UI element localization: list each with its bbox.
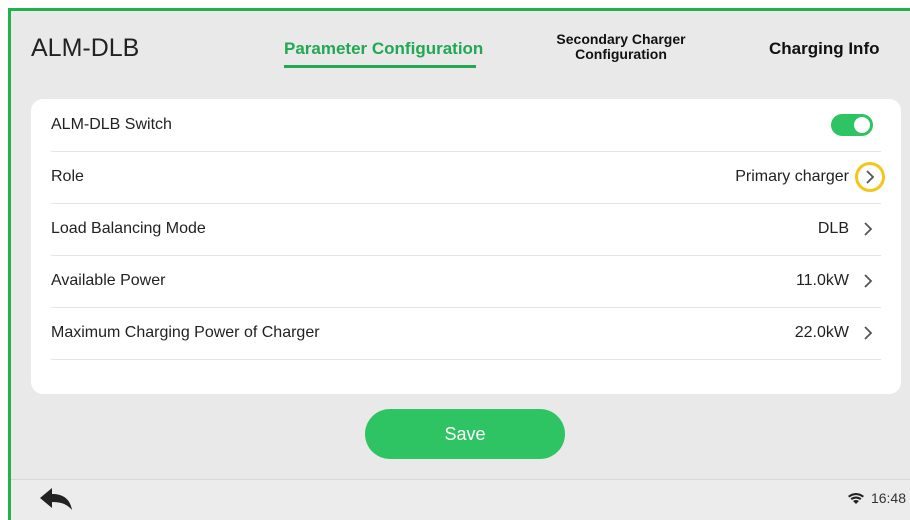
setting-row-alm-dlb-switch: ALM-DLB Switch — [51, 99, 881, 152]
setting-value: Primary charger — [735, 168, 849, 185]
chevron-right-icon[interactable] — [855, 162, 885, 192]
tab-charging-info[interactable]: Charging Info — [769, 39, 879, 59]
app-window: ALM-DLB Parameter Configuration Secondar… — [8, 8, 910, 520]
setting-value: 22.0kW — [794, 324, 849, 341]
setting-row-max-charging-power[interactable]: Maximum Charging Power of Charger 22.0kW — [51, 307, 881, 360]
settings-card: ALM-DLB Switch Role Primary charger Load… — [31, 99, 901, 394]
toggle-knob — [854, 117, 870, 133]
bottom-bar: 16:48 — [11, 479, 910, 520]
status-area: 16:48 — [847, 490, 906, 506]
tab-label-line1: Secondary Charger — [556, 31, 686, 47]
setting-row-role[interactable]: Role Primary charger — [51, 151, 885, 204]
setting-label: Load Balancing Mode — [51, 220, 206, 237]
chevron-right-icon[interactable] — [855, 320, 881, 346]
save-button[interactable]: Save — [365, 409, 565, 459]
wifi-icon — [847, 493, 864, 504]
tab-parameter-configuration[interactable]: Parameter Configuration — [284, 39, 483, 59]
setting-label: Role — [51, 168, 84, 185]
setting-row-load-balancing-mode[interactable]: Load Balancing Mode DLB — [51, 203, 881, 256]
page-title: ALM-DLB — [31, 34, 140, 62]
setting-row-available-power[interactable]: Available Power 11.0kW — [51, 255, 881, 308]
setting-value: DLB — [817, 220, 849, 237]
setting-value: 11.0kW — [795, 272, 849, 289]
alm-dlb-switch-toggle[interactable] — [831, 114, 873, 136]
header: ALM-DLB Parameter Configuration Secondar… — [11, 11, 910, 89]
setting-label: Maximum Charging Power of Charger — [51, 324, 320, 341]
tab-label-line2: Configuration — [575, 46, 667, 62]
chevron-right-icon[interactable] — [855, 268, 881, 294]
setting-label: ALM-DLB Switch — [51, 116, 172, 133]
back-arrow-icon[interactable] — [36, 486, 76, 514]
active-tab-underline — [284, 65, 476, 68]
setting-label: Available Power — [51, 272, 166, 289]
clock: 16:48 — [870, 490, 906, 506]
chevron-right-icon[interactable] — [855, 216, 881, 242]
tab-secondary-charger-configuration[interactable]: Secondary Charger Configuration — [541, 32, 701, 62]
